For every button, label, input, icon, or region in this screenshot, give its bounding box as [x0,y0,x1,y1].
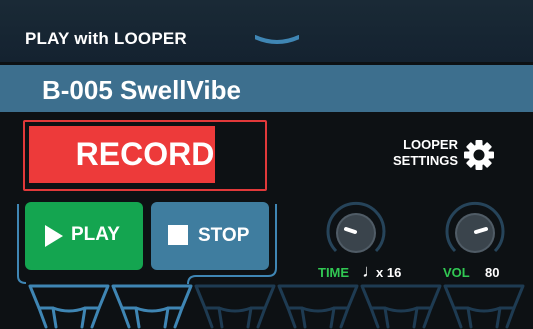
footswitch-6[interactable] [443,283,525,329]
footswitch-row [0,283,533,329]
footswitch-3[interactable] [194,283,276,329]
footswitch-connector-lines [17,204,277,285]
footswitch-4[interactable] [277,283,359,329]
footswitch-2[interactable] [111,283,193,329]
footswitch-5[interactable] [360,283,442,329]
footswitch-1[interactable] [28,283,110,329]
